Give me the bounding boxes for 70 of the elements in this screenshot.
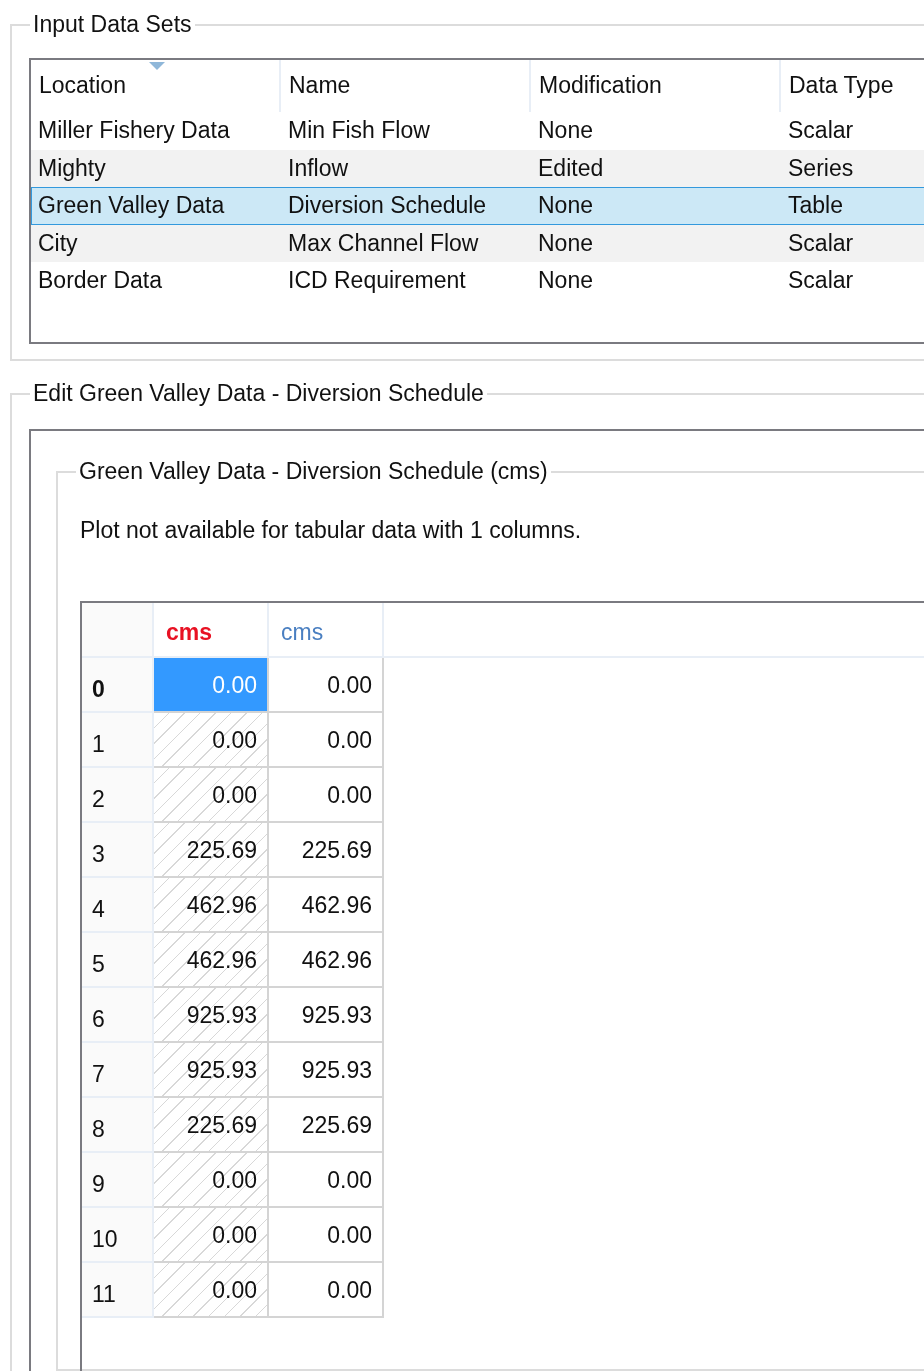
- list-cell-text: Edited: [537, 154, 605, 182]
- list-row[interactable]: Miller Fishery Data Min Fish Flow None Scalar: [31, 112, 924, 150]
- table-cell[interactable]: 0.00: [269, 713, 384, 768]
- list-cell-text: None: [537, 267, 594, 295]
- list-cell-text: Scalar: [787, 117, 855, 145]
- row-number: 6: [82, 988, 154, 1043]
- table-cell[interactable]: 0.00: [154, 768, 269, 823]
- group-title: Green Valley Data - Diversion Schedule (cms): [76, 458, 551, 484]
- table-cell[interactable]: 0.00: [154, 1263, 269, 1318]
- table-cell[interactable]: 0.00: [269, 1263, 384, 1318]
- table-cell[interactable]: 925.93: [154, 988, 269, 1043]
- table-cell[interactable]: 462.96: [154, 933, 269, 988]
- table-cell[interactable]: 225.69: [269, 1098, 384, 1153]
- row-number: 2: [82, 768, 154, 823]
- column-header[interactable]: Modification: [531, 60, 781, 112]
- group-title: Edit Green Valley Data - Diversion Schedule: [30, 380, 487, 406]
- table-cell[interactable]: 225.69: [269, 823, 384, 878]
- row-number: 0: [82, 658, 154, 713]
- list-cell-text: Mighty: [37, 154, 107, 182]
- list-row[interactable]: Border Data ICD Requirement None Scalar: [31, 262, 924, 300]
- table-cell[interactable]: 225.69: [154, 823, 269, 878]
- table-cell[interactable]: 462.96: [154, 878, 269, 933]
- list-cell-text: None: [537, 192, 594, 220]
- column-header[interactable]: cms: [269, 603, 384, 656]
- row-number: 10: [82, 1208, 154, 1263]
- table-cell[interactable]: 925.93: [269, 1043, 384, 1098]
- list-cell-text: Table: [787, 192, 844, 220]
- table-cell[interactable]: 0.00: [269, 658, 384, 713]
- table-cell[interactable]: 462.96: [269, 933, 384, 988]
- list-cell-text: Scalar: [787, 229, 855, 257]
- column-header[interactable]: Name: [281, 60, 531, 112]
- table-cell[interactable]: 0.00: [269, 1153, 384, 1208]
- row-number: 8: [82, 1098, 154, 1153]
- list-cell-text: Miller Fishery Data: [37, 117, 231, 145]
- table-cell[interactable]: 0.00: [269, 1208, 384, 1263]
- list-cell-text: None: [537, 117, 594, 145]
- list-cell-text: Green Valley Data: [37, 192, 226, 220]
- grid-corner[interactable]: [82, 603, 154, 656]
- list-cell-text: Series: [787, 154, 855, 182]
- row-number: 5: [82, 933, 154, 988]
- row-number: 9: [82, 1153, 154, 1208]
- table-cell[interactable]: 0.00: [154, 1208, 269, 1263]
- list-row[interactable]: City Max Channel Flow None Scalar: [31, 224, 924, 262]
- message-text: Plot not available for tabular data with 1 columns.: [80, 517, 583, 544]
- list-row[interactable]: Mighty Inflow Edited Series: [31, 149, 924, 187]
- list-cell-text: None: [537, 229, 594, 257]
- table-cell[interactable]: 225.69: [154, 1098, 269, 1153]
- list-cell-text: Max Channel Flow: [287, 229, 480, 257]
- row-number: 1: [82, 713, 154, 768]
- list-cell-text: ICD Requirement: [287, 267, 467, 295]
- table-cell[interactable]: 0.00: [154, 1153, 269, 1208]
- list-cell-text: Inflow: [287, 154, 350, 182]
- table-cell[interactable]: 925.93: [269, 988, 384, 1043]
- list-cell-text: Scalar: [787, 267, 855, 295]
- list-cell-text: Min Fish Flow: [287, 117, 431, 145]
- table-cell[interactable]: 462.96: [269, 878, 384, 933]
- row-number: 3: [82, 823, 154, 878]
- row-number: 11: [82, 1263, 154, 1318]
- column-header[interactable]: Data Type: [781, 60, 924, 112]
- column-header[interactable]: Location: [31, 60, 281, 112]
- list-row[interactable]: Green Valley Data Diversion Schedule None Table: [31, 187, 924, 225]
- row-number: 7: [82, 1043, 154, 1098]
- list-cell-text: Border Data: [37, 267, 163, 295]
- table-cell[interactable]: 925.93: [154, 1043, 269, 1098]
- row-number: 4: [82, 878, 154, 933]
- column-header[interactable]: cms: [154, 603, 269, 656]
- list-cell-text: Diversion Schedule: [287, 192, 488, 220]
- list-cell-text: City: [37, 229, 79, 257]
- table-cell[interactable]: 0.00: [269, 768, 384, 823]
- table-cell[interactable]: 0.00: [154, 713, 269, 768]
